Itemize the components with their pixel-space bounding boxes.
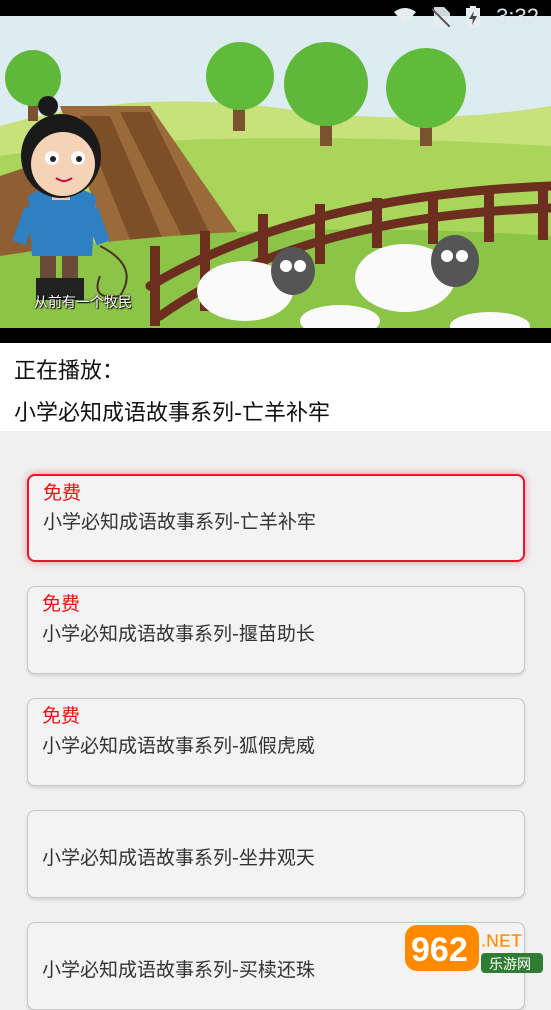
episode-card[interactable]: 小学必知成语故事系列-坐井观天 [27,810,525,898]
no-sim-icon [432,7,450,27]
free-badge: 免费 [42,589,80,616]
video-player[interactable]: 3:32 [0,0,551,343]
wifi-icon [394,8,416,26]
now-playing-label: 正在播放： [14,353,124,385]
episode-title: 小学必知成语故事系列-买椟还珠 [42,955,315,982]
episode-list[interactable]: 免费 小学必知成语故事系列-亡羊补牢 免费 小学必知成语故事系列-揠苗助长 免费… [0,431,551,981]
video-subtitle: 从前有一个牧民 [34,292,132,312]
episode-card[interactable]: 免费 小学必知成语故事系列-揠苗助长 [27,586,525,674]
now-playing-panel: 正在播放： 小学必知成语故事系列-亡羊补牢 [0,343,551,431]
free-badge: 免费 [43,478,81,505]
episode-title: 小学必知成语故事系列-揠苗助长 [42,619,315,646]
status-bar: 3:32 [0,0,551,30]
episode-title: 小学必知成语故事系列-坐井观天 [42,843,315,870]
battery-charging-icon [466,6,480,28]
video-frame-illustration [0,16,551,328]
free-badge: 免费 [42,701,80,728]
now-playing-title: 小学必知成语故事系列-亡羊补牢 [14,395,330,427]
watermark-suffix: .NET [481,931,522,951]
episode-card-selected[interactable]: 免费 小学必知成语故事系列-亡羊补牢 [27,474,525,562]
watermark-subtext: 乐游网 [489,957,531,973]
episode-card[interactable]: 免费 小学必知成语故事系列-狐假虎威 [27,698,525,786]
status-time: 3:32 [496,4,539,30]
episode-title: 小学必知成语故事系列-狐假虎威 [42,731,315,758]
episode-title: 小学必知成语故事系列-亡羊补牢 [43,507,316,534]
watermark-number: 962 [411,931,468,969]
site-watermark-logo: 962 .NET 乐游网 [405,925,545,977]
